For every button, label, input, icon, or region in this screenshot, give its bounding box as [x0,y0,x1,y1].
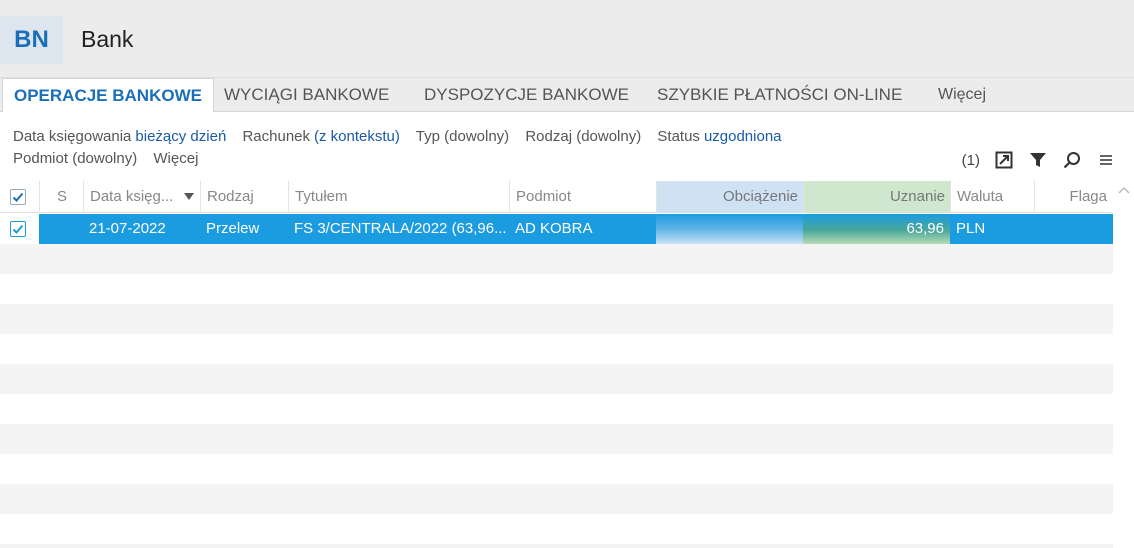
cell-flag [1034,214,1113,244]
row-checkbox[interactable] [10,221,26,237]
column-header-debit[interactable]: Obciążenie [656,181,804,213]
row-checkbox-cell [0,214,39,244]
filter-line-2: Podmiot (dowolny) Więcej [13,148,1113,170]
tab-bar: OPERACJE BANKOWE WYCIĄGI BANKOWE DYSPOZY… [0,78,1134,113]
cell-debit [656,214,803,244]
tab-wiecej[interactable]: Więcej [938,78,986,112]
search-icon[interactable] [1062,150,1082,170]
column-header-date-label: Data księg... [90,188,174,205]
check-icon [12,192,24,202]
filter-line-1: Data księgowania bieżący dzień Rachunek (z… [13,126,1113,148]
cell-date: 21-07-2022 [89,220,166,237]
filter-kind[interactable]: Rodzaj (dowolny) [525,128,641,145]
empty-row [0,304,1113,334]
expand-icon[interactable] [994,150,1014,170]
grid-header: S Data księg... Rodzaj Tytułem Podmiot O… [0,181,1113,213]
column-header-flag[interactable]: Flaga [1034,181,1113,213]
empty-row [0,514,1113,544]
filter-subject[interactable]: Podmiot (dowolny) [13,150,137,167]
column-header-kind[interactable]: Rodzaj [200,181,289,213]
empty-row [0,334,1113,364]
empty-row [0,244,1113,274]
cell-credit: 63,96 [803,214,950,244]
chevron-up-icon[interactable] [1118,185,1130,195]
operations-grid: S Data księg... Rodzaj Tytułem Podmiot O… [0,181,1113,548]
column-header-title[interactable]: Tytułem [288,181,510,213]
record-count: (1) [961,151,980,169]
empty-row [0,364,1113,394]
column-header-subject[interactable]: Podmiot [509,181,657,213]
filter-icon[interactable] [1028,150,1048,170]
filter-date[interactable]: Data księgowania bieżący dzień [13,128,226,145]
menu-icon[interactable] [1096,150,1116,170]
cell-title: FS 3/CENTRALA/2022 (63,96... [294,220,507,237]
column-header-s[interactable]: S [39,181,84,213]
filter-more[interactable]: Więcej [153,150,198,167]
app-header: BN Bank [0,0,1134,78]
app-badge: BN [0,16,63,64]
column-header-date[interactable]: Data księg... [83,181,200,213]
empty-row [0,484,1113,514]
column-header-currency[interactable]: Waluta [950,181,1035,213]
filter-panel: Data księgowania bieżący dzień Rachunek (z… [13,126,1113,170]
empty-row [0,394,1113,424]
filter-account-label: Rachunek [242,128,311,145]
check-icon [12,224,24,234]
cell-subject: AD KOBRA [515,220,593,237]
filter-date-label: Data księgowania [13,128,132,145]
select-all-checkbox[interactable] [10,189,26,205]
filter-status-value[interactable]: uzgodniona [704,128,782,145]
filter-type[interactable]: Typ (dowolny) [416,128,509,145]
cell-kind: Przelew [206,220,260,237]
filter-status[interactable]: Status uzgodniona [657,128,781,145]
empty-row [0,454,1113,484]
empty-row [0,544,1113,548]
tab-operacje-bankowe[interactable]: OPERACJE BANKOWE [2,78,214,113]
filter-account[interactable]: Rachunek (z kontekstu) [242,128,399,145]
cell-s [39,214,83,244]
tab-szybkie-platnosci[interactable]: SZYBKIE PŁATNOŚCI ON-LINE [657,78,902,112]
empty-row [0,274,1113,304]
grid-scrollbar[interactable] [1113,181,1134,548]
grid-toolbar: (1) [962,148,1116,172]
filter-account-value[interactable]: (z kontekstu) [314,128,400,145]
cell-currency: PLN [956,220,986,237]
filter-status-label: Status [657,128,700,145]
tab-dyspozycje-bankowe[interactable]: DYSPOZYCJE BANKOWE [424,78,629,112]
page-title: Bank [81,26,134,52]
sort-desc-icon [184,193,194,200]
filter-date-value[interactable]: bieżący dzień [135,128,226,145]
table-row[interactable]: 21-07-2022 Przelew FS 3/CENTRALA/2022 (6… [0,214,1113,244]
tab-wyciagi-bankowe[interactable]: WYCIĄGI BANKOWE [224,78,389,112]
empty-row [0,424,1113,454]
column-header-credit[interactable]: Uznanie [803,181,951,213]
